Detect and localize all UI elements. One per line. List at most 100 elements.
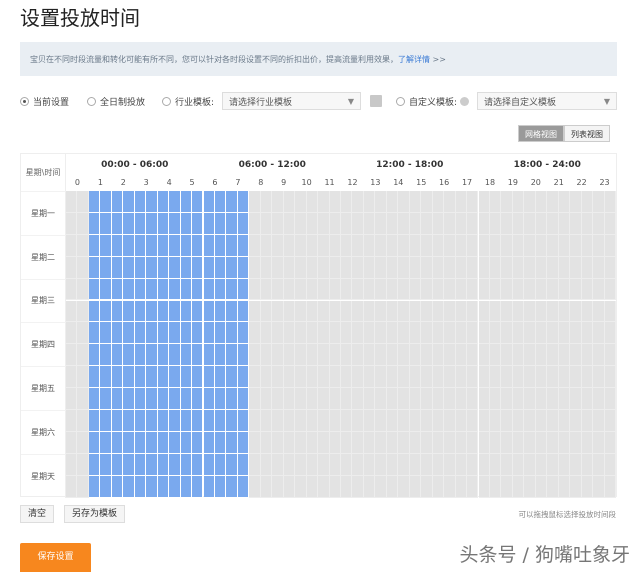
time-cell[interactable] bbox=[581, 344, 594, 367]
time-cell[interactable] bbox=[283, 453, 296, 476]
time-cell[interactable] bbox=[386, 322, 399, 345]
time-cell-selected[interactable] bbox=[203, 366, 215, 389]
time-cell[interactable] bbox=[455, 344, 468, 367]
time-cell[interactable] bbox=[260, 344, 273, 367]
time-cell[interactable] bbox=[272, 410, 284, 432]
time-cell[interactable] bbox=[524, 234, 536, 257]
time-cell-selected[interactable] bbox=[111, 322, 124, 345]
time-cell[interactable] bbox=[66, 234, 78, 257]
time-cell-selected[interactable] bbox=[100, 388, 112, 410]
time-cell[interactable] bbox=[421, 453, 433, 476]
time-cell[interactable] bbox=[283, 410, 296, 432]
time-cell[interactable] bbox=[444, 256, 456, 279]
time-cell-selected[interactable] bbox=[88, 431, 101, 454]
time-cell-selected[interactable] bbox=[146, 410, 158, 432]
time-cell[interactable] bbox=[283, 191, 296, 213]
time-cell-selected[interactable] bbox=[180, 475, 193, 498]
time-cell[interactable] bbox=[547, 366, 559, 389]
industry-template-select[interactable]: 请选择行业模板 ▼ bbox=[222, 92, 361, 110]
time-cell[interactable] bbox=[455, 322, 468, 345]
time-cell-selected[interactable] bbox=[134, 431, 147, 454]
time-cell-selected[interactable] bbox=[214, 322, 227, 345]
time-cell[interactable] bbox=[283, 388, 296, 410]
time-cell[interactable] bbox=[593, 278, 605, 301]
time-cell[interactable] bbox=[535, 256, 548, 279]
time-cell[interactable] bbox=[409, 278, 422, 301]
time-cell-selected[interactable] bbox=[180, 212, 193, 235]
time-cell-selected[interactable] bbox=[100, 366, 112, 389]
time-cell[interactable] bbox=[604, 475, 616, 498]
time-cell[interactable] bbox=[329, 322, 341, 345]
time-cell[interactable] bbox=[444, 431, 456, 454]
time-cell[interactable] bbox=[386, 453, 399, 476]
time-cell[interactable] bbox=[352, 410, 364, 432]
time-cell-selected[interactable] bbox=[226, 191, 238, 213]
time-cell[interactable] bbox=[306, 344, 319, 367]
time-cell-selected[interactable] bbox=[111, 388, 124, 410]
time-cell[interactable] bbox=[604, 191, 616, 213]
time-cell[interactable] bbox=[478, 388, 490, 410]
time-cell[interactable] bbox=[512, 410, 525, 432]
time-cell[interactable] bbox=[398, 322, 410, 345]
time-cell-selected[interactable] bbox=[88, 212, 101, 235]
time-cell[interactable] bbox=[489, 431, 502, 454]
time-cell[interactable] bbox=[363, 453, 376, 476]
time-cell[interactable] bbox=[512, 278, 525, 301]
time-cell-selected[interactable] bbox=[88, 278, 101, 301]
time-cell[interactable] bbox=[260, 234, 273, 257]
time-cell[interactable] bbox=[444, 475, 456, 498]
time-cell-selected[interactable] bbox=[192, 431, 204, 454]
time-cell[interactable] bbox=[77, 191, 89, 213]
time-cell-selected[interactable] bbox=[88, 388, 101, 410]
time-cell[interactable] bbox=[581, 475, 594, 498]
time-cell-selected[interactable] bbox=[111, 212, 124, 235]
time-cell[interactable] bbox=[570, 256, 582, 279]
time-cell[interactable] bbox=[489, 344, 502, 367]
time-cell[interactable] bbox=[593, 410, 605, 432]
time-cell-selected[interactable] bbox=[157, 300, 170, 323]
time-cell[interactable] bbox=[272, 366, 284, 389]
time-cell-selected[interactable] bbox=[192, 191, 204, 213]
time-cell[interactable] bbox=[478, 344, 490, 367]
time-cell[interactable] bbox=[593, 453, 605, 476]
time-cell[interactable] bbox=[524, 191, 536, 213]
time-cell[interactable] bbox=[570, 410, 582, 432]
time-cell-selected[interactable] bbox=[203, 475, 215, 498]
time-cell-selected[interactable] bbox=[157, 234, 170, 257]
time-cell[interactable] bbox=[272, 234, 284, 257]
time-cell-selected[interactable] bbox=[157, 191, 170, 213]
time-cell-selected[interactable] bbox=[100, 475, 112, 498]
time-cell[interactable] bbox=[77, 410, 89, 432]
time-cell[interactable] bbox=[593, 191, 605, 213]
time-cell[interactable] bbox=[512, 388, 525, 410]
time-cell[interactable] bbox=[306, 475, 319, 498]
time-cell-selected[interactable] bbox=[214, 278, 227, 301]
time-cell[interactable] bbox=[341, 366, 353, 389]
time-cell-selected[interactable] bbox=[111, 234, 124, 257]
time-cell[interactable] bbox=[409, 453, 422, 476]
time-cell[interactable] bbox=[375, 278, 387, 301]
time-cell[interactable] bbox=[386, 234, 399, 257]
time-cell[interactable] bbox=[467, 322, 479, 345]
time-cell[interactable] bbox=[295, 191, 307, 213]
time-cell-selected[interactable] bbox=[214, 388, 227, 410]
time-cell-selected[interactable] bbox=[214, 191, 227, 213]
time-cell-selected[interactable] bbox=[134, 212, 147, 235]
time-cell[interactable] bbox=[409, 431, 422, 454]
time-cell-selected[interactable] bbox=[157, 344, 170, 367]
time-cell-selected[interactable] bbox=[134, 453, 147, 476]
time-cell[interactable] bbox=[363, 344, 376, 367]
time-cell[interactable] bbox=[524, 212, 536, 235]
time-cell[interactable] bbox=[66, 453, 78, 476]
time-cell[interactable] bbox=[593, 366, 605, 389]
time-cell-selected[interactable] bbox=[123, 453, 135, 476]
custom-template-select[interactable]: 请选择自定义模板 ▼ bbox=[477, 92, 617, 110]
time-cell[interactable] bbox=[77, 366, 89, 389]
time-cell-selected[interactable] bbox=[134, 322, 147, 345]
time-cell[interactable] bbox=[593, 256, 605, 279]
time-cell[interactable] bbox=[77, 256, 89, 279]
time-cell[interactable] bbox=[535, 191, 548, 213]
time-cell[interactable] bbox=[501, 431, 513, 454]
time-cell[interactable] bbox=[295, 256, 307, 279]
time-cell[interactable] bbox=[398, 234, 410, 257]
